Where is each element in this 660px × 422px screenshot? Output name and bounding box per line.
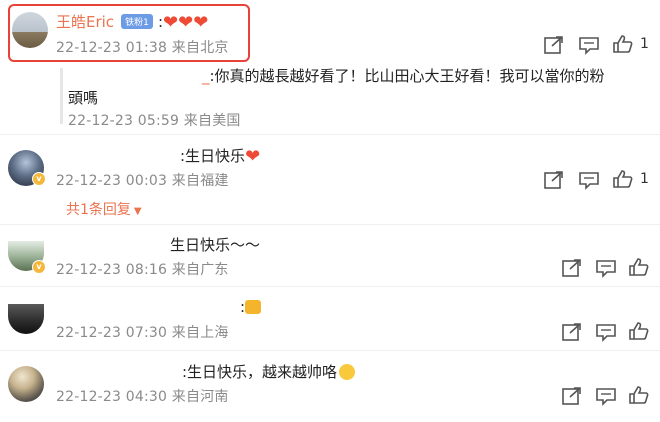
share-icon[interactable] — [561, 258, 583, 278]
fan-badge: 铁粉1 — [121, 14, 153, 29]
heart-icon: ❤ — [193, 12, 209, 33]
divider — [0, 286, 660, 287]
heart-icon: ❤ — [178, 12, 194, 33]
comment-text: :❤❤❤ — [157, 12, 209, 33]
comment-icon[interactable] — [578, 170, 600, 190]
reply-username[interactable]: _ — [202, 67, 210, 85]
share-icon[interactable] — [561, 322, 583, 342]
reply-text-line2: 頭嗎 — [68, 89, 99, 107]
share-icon[interactable] — [561, 386, 583, 406]
replies-link[interactable]: 共1条回复 ▼ — [66, 199, 142, 219]
comment-icon[interactable] — [578, 35, 600, 55]
reply-text: _:你真的越長越好看了！比山田心大王好看！我可以當你的粉 — [68, 65, 605, 86]
comment-meta: 22-12-23 08:16 来自广东 — [56, 262, 229, 278]
comment-text: :生日快乐，越来越帅咯 — [182, 361, 356, 382]
share-icon[interactable] — [543, 35, 565, 55]
reply-text-line1: :你真的越長越好看了！比山田心大王好看！我可以當你的粉 — [209, 67, 605, 85]
comment-meta: 22-12-23 07:30 来自上海 — [56, 325, 229, 341]
heart-icon: ❤ — [245, 146, 261, 167]
like-count: 1 — [640, 171, 649, 187]
divider — [0, 350, 660, 351]
quote-bar — [60, 68, 63, 124]
comment-text: 生日快乐～～ — [170, 236, 261, 254]
verified-icon: v — [32, 260, 46, 274]
verified-icon: v — [32, 172, 46, 186]
divider — [0, 224, 660, 225]
divider — [0, 134, 660, 135]
avatar[interactable] — [12, 12, 48, 48]
comment-icon[interactable] — [595, 322, 617, 342]
chevron-down-icon: ▼ — [133, 206, 142, 217]
party-face-icon — [339, 364, 356, 380]
reply-meta: 22-12-23 05:59 来自美国 — [68, 113, 241, 129]
username[interactable]: 王皓Eric — [56, 13, 114, 31]
comment-icon[interactable] — [595, 258, 617, 278]
thumb-up-icon[interactable] — [628, 385, 650, 405]
comment-meta: 22-12-23 01:38 来自北京 — [56, 40, 229, 56]
like-count: 1 — [640, 36, 649, 52]
comment-text: :生日快乐❤ — [180, 146, 261, 167]
avatar[interactable] — [8, 366, 44, 402]
comment-text: : — [240, 298, 262, 316]
thumb-up-icon[interactable] — [628, 321, 650, 341]
beer-cheers-icon — [245, 300, 262, 314]
avatar[interactable] — [8, 304, 44, 334]
share-icon[interactable] — [543, 170, 565, 190]
thumb-up-icon[interactable] — [612, 34, 634, 54]
comment-icon[interactable] — [595, 386, 617, 406]
comment-header: 王皓Eric 铁粉1 :❤❤❤ — [56, 11, 208, 32]
comment-meta: 22-12-23 00:03 来自福建 — [56, 173, 229, 189]
thumb-up-icon[interactable] — [628, 257, 650, 277]
heart-icon: ❤ — [163, 12, 179, 33]
comment-meta: 22-12-23 04:30 来自河南 — [56, 389, 229, 405]
thumb-up-icon[interactable] — [612, 169, 634, 189]
